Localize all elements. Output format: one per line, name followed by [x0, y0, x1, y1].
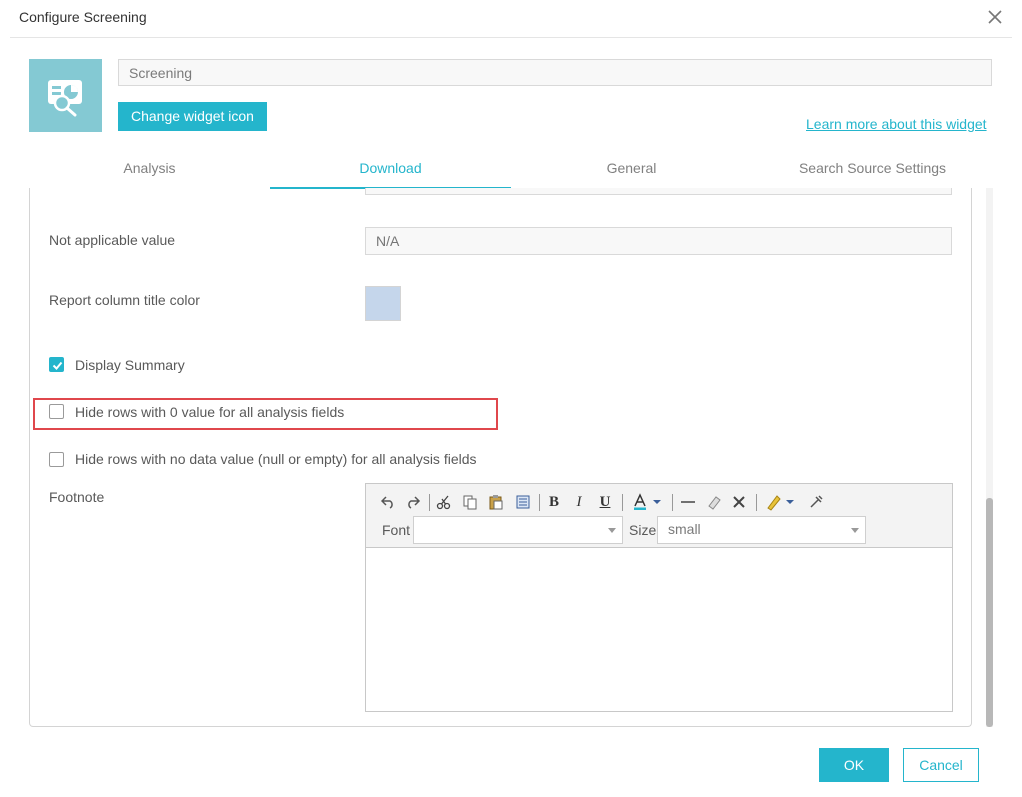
underline-icon[interactable]: U	[595, 492, 615, 512]
tab-analysis[interactable]: Analysis	[29, 160, 270, 176]
redo-icon[interactable]	[403, 492, 423, 512]
widget-name-input[interactable]	[118, 59, 992, 86]
tab-general[interactable]: General	[511, 160, 752, 176]
learn-more-link[interactable]: Learn more about this widget	[806, 116, 987, 132]
ok-button[interactable]: OK	[819, 748, 889, 782]
italic-icon[interactable]: I	[569, 492, 589, 512]
not-applicable-input[interactable]	[365, 227, 952, 255]
undo-icon[interactable]	[378, 492, 398, 512]
toolbar-separator	[429, 494, 430, 511]
eraser-icon[interactable]	[704, 492, 724, 512]
cancel-button[interactable]: Cancel	[903, 748, 979, 782]
toolbar-separator	[622, 494, 623, 511]
not-applicable-label: Not applicable value	[49, 232, 176, 248]
paste-text-icon[interactable]	[513, 492, 533, 512]
toolbar-separator	[672, 494, 673, 511]
paste-icon[interactable]	[486, 492, 506, 512]
display-summary-label: Display Summary	[75, 357, 185, 373]
size-select-value: small	[668, 521, 701, 537]
hide-nodata-rows-checkbox[interactable]	[49, 452, 64, 467]
cut-icon[interactable]	[434, 492, 454, 512]
highlight-color-icon[interactable]	[764, 492, 798, 512]
display-summary-checkbox[interactable]	[49, 357, 64, 372]
link-icon[interactable]	[806, 492, 826, 512]
screening-widget-icon	[29, 59, 102, 132]
hide-zero-rows-checkbox[interactable]	[49, 404, 64, 419]
copy-icon[interactable]	[460, 492, 480, 512]
dialog-title: Configure Screening	[19, 9, 147, 25]
column-title-color-swatch[interactable]	[365, 286, 401, 321]
size-select-label: Size	[629, 522, 657, 538]
hide-zero-rows-label: Hide rows with 0 value for all analysis …	[75, 404, 345, 420]
scrollbar-thumb[interactable]	[986, 498, 993, 727]
header-divider	[10, 37, 1012, 38]
toolbar-separator	[539, 494, 540, 511]
close-icon[interactable]	[986, 8, 1004, 26]
change-widget-icon-button[interactable]: Change widget icon	[118, 102, 267, 131]
font-color-icon[interactable]	[631, 492, 665, 512]
toolbar-separator	[756, 494, 757, 511]
chevron-down-icon	[851, 528, 859, 533]
font-select-label: Font	[382, 522, 411, 538]
font-select[interactable]	[413, 516, 623, 544]
scrolled-input-edge	[365, 188, 952, 195]
chevron-down-icon	[608, 528, 616, 533]
remove-format-icon[interactable]	[729, 492, 749, 512]
column-title-color-label: Report column title color	[49, 292, 200, 308]
horizontal-rule-icon[interactable]	[678, 492, 698, 512]
tab-download[interactable]: Download	[270, 160, 511, 176]
footnote-label: Footnote	[49, 489, 105, 505]
hide-nodata-rows-label: Hide rows with no data value (null or em…	[75, 451, 477, 467]
bold-icon[interactable]: B	[544, 492, 564, 512]
tab-search-source-settings[interactable]: Search Source Settings	[752, 160, 993, 176]
size-select[interactable]: small	[657, 516, 866, 544]
